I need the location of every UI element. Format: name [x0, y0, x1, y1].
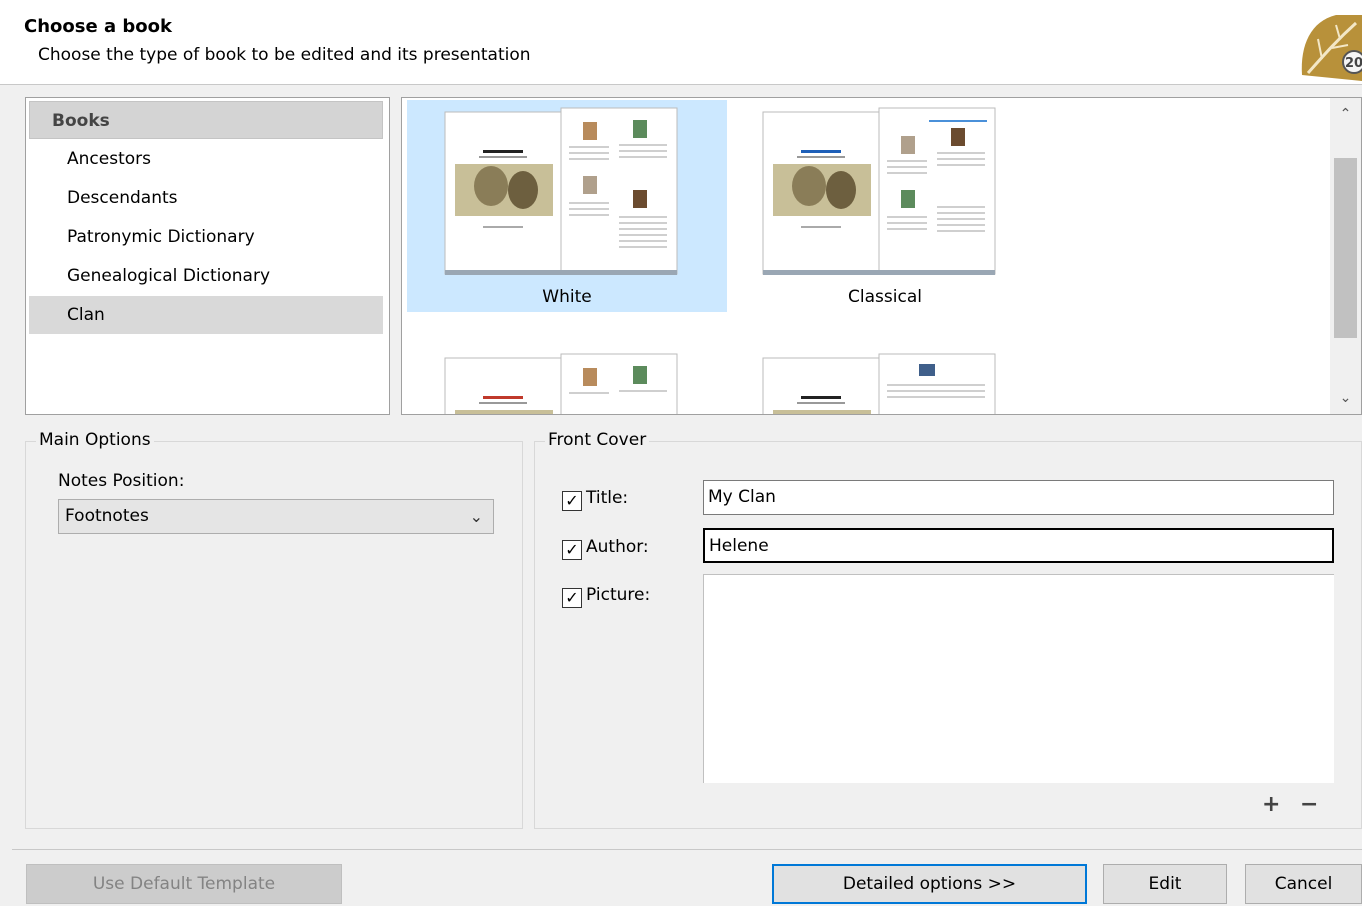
use-default-template-button[interactable]: Use Default Template: [26, 864, 342, 904]
scroll-down-arrow-icon[interactable]: ⌄: [1330, 382, 1361, 414]
book-item-ancestors[interactable]: Ancestors: [29, 140, 383, 178]
edit-button[interactable]: Edit: [1103, 864, 1227, 904]
template-fourth[interactable]: [725, 346, 1045, 414]
notes-position-label: Notes Position:: [58, 471, 185, 491]
picture-label: Picture:: [586, 585, 651, 605]
author-input[interactable]: Helene: [703, 528, 1334, 563]
author-checkbox[interactable]: ✓: [562, 540, 582, 560]
template-gallery[interactable]: White Classical: [401, 97, 1362, 415]
template-third-thumbnail: [444, 353, 678, 414]
author-label: Author:: [586, 537, 649, 557]
gallery-scrollbar[interactable]: ⌃ ⌄: [1330, 98, 1361, 414]
dialog-header: Choose a book Choose the type of book to…: [0, 0, 1362, 85]
template-classical-label: Classical: [848, 287, 922, 307]
book-type-list[interactable]: Books Ancestors Descendants Patronymic D…: [25, 97, 390, 415]
title-checkbox[interactable]: ✓: [562, 491, 582, 511]
book-list-header: Books: [29, 101, 383, 139]
title-input[interactable]: My Clan: [703, 480, 1334, 515]
scroll-thumb[interactable]: [1334, 158, 1357, 338]
cancel-button[interactable]: Cancel: [1245, 864, 1362, 904]
author-checkbox-row[interactable]: ✓ Author:: [562, 534, 649, 560]
main-options-title: Main Options: [36, 430, 154, 450]
template-white-thumbnail: [444, 107, 678, 275]
book-item-descendants[interactable]: Descendants: [29, 179, 383, 217]
svg-text:20: 20: [1345, 56, 1362, 71]
template-classical-thumbnail: [762, 107, 996, 275]
template-white-label: White: [542, 287, 592, 307]
remove-picture-icon[interactable]: −: [1300, 792, 1318, 817]
chevron-down-icon: ⌄: [469, 507, 483, 526]
book-item-genealogical-dictionary[interactable]: Genealogical Dictionary: [29, 257, 383, 295]
leaf-2020-logo-icon: 20: [1301, 15, 1362, 81]
add-picture-icon[interactable]: +: [1262, 792, 1280, 817]
notes-position-select[interactable]: Footnotes ⌄: [58, 499, 494, 534]
book-item-patronymic-dictionary[interactable]: Patronymic Dictionary: [29, 218, 383, 256]
scroll-up-arrow-icon[interactable]: ⌃: [1330, 98, 1361, 130]
title-label: Title:: [586, 488, 629, 508]
picture-preview[interactable]: [703, 574, 1334, 783]
picture-checkbox[interactable]: ✓: [562, 588, 582, 608]
template-fourth-thumbnail: [762, 353, 996, 414]
dialog-title: Choose a book: [24, 16, 172, 37]
detailed-options-button[interactable]: Detailed options >>: [772, 864, 1087, 904]
template-classical[interactable]: Classical: [725, 100, 1045, 312]
dialog-subtitle: Choose the type of book to be edited and…: [38, 45, 531, 65]
template-white[interactable]: White: [407, 100, 727, 312]
template-third[interactable]: [407, 346, 727, 414]
title-checkbox-row[interactable]: ✓ Title:: [562, 485, 628, 511]
notes-position-value: Footnotes: [65, 506, 149, 526]
front-cover-title: Front Cover: [545, 430, 650, 450]
book-item-clan[interactable]: Clan: [29, 296, 383, 334]
picture-checkbox-row[interactable]: ✓ Picture:: [562, 582, 650, 608]
footer-divider: [12, 849, 1362, 850]
